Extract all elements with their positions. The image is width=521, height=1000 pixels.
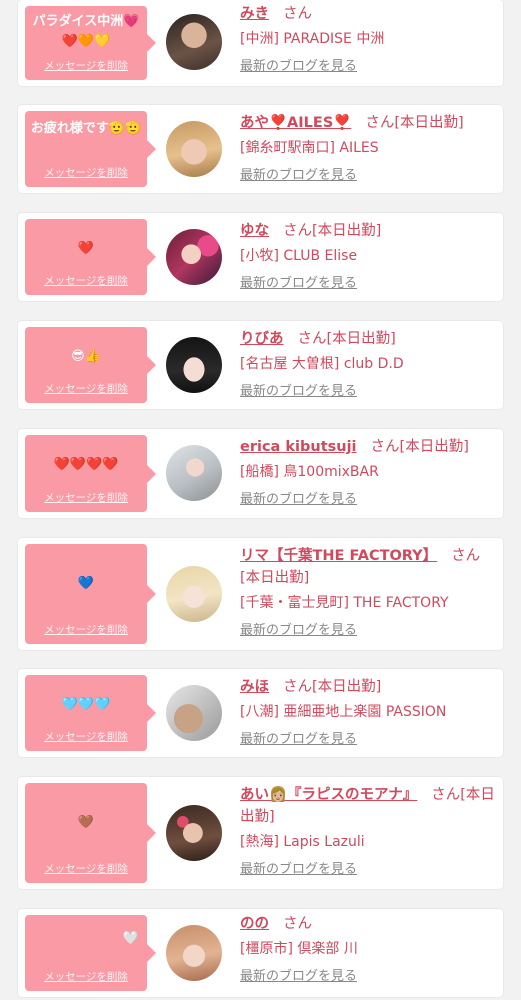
delete-message-link[interactable]: メッセージを削除 <box>25 862 147 876</box>
status-text: [本日出勤] <box>312 679 382 695</box>
cast-name-link[interactable]: リマ【千葉THE FACTORY】 <box>240 548 437 564</box>
message-text: 💙 <box>77 576 95 591</box>
latest-blog-link[interactable]: 最新のブログを見る <box>240 58 495 76</box>
cast-name-link[interactable]: erica kibutsuji <box>240 439 357 455</box>
shop-info: [熱海] Lapis Lazuli <box>240 834 365 850</box>
message-bubble: 🤍 メッセージを削除 <box>25 915 156 991</box>
avatar[interactable] <box>166 337 222 393</box>
message-text: 😎👍 <box>71 349 101 364</box>
avatar[interactable] <box>166 229 222 285</box>
message-text: お疲れ様です🫡🫡 <box>30 121 142 136</box>
delete-message-link[interactable]: メッセージを削除 <box>25 59 147 73</box>
shop-info: [八潮] 亜細亜地上楽園 PASSION <box>240 704 447 720</box>
message-text: ❤️❤️❤️❤️ <box>53 457 119 472</box>
list-item: 🩵🩵🩵 メッセージを削除 みほ さん[本日出勤] [八潮] 亜細亜地上楽園 PAS… <box>18 669 503 757</box>
shop-info: [船橋] 鳥100mixBAR <box>240 464 379 480</box>
status-text: [本日出勤] <box>312 223 382 239</box>
delete-message-link[interactable]: メッセージを削除 <box>25 623 147 637</box>
shop-info: [錦糸町駅南口] AILES <box>240 140 379 156</box>
profile-info: あい👩🏼『ラピスのモアナ』 さん[本日出勤] [熱海] Lapis Lazuli … <box>240 784 495 879</box>
avatar[interactable] <box>166 14 222 70</box>
list-item: お疲れ様です🫡🫡 メッセージを削除 あや❣️AILES❣️ さん[本日出勤] [錦… <box>18 105 503 193</box>
avatar[interactable] <box>166 121 222 177</box>
honorific: さん <box>283 223 312 239</box>
shop-info: [名古屋 大曽根] club D.D <box>240 356 404 372</box>
list-item: 😎👍 メッセージを削除 りびあ さん[本日出勤] [名古屋 大曽根] club D… <box>18 321 503 409</box>
honorific: さん <box>451 548 481 564</box>
list-item: ❤️❤️❤️❤️ メッセージを削除 erica kibutsuji さん[本日出勤… <box>18 429 503 518</box>
latest-blog-link[interactable]: 最新のブログを見る <box>240 167 495 185</box>
message-text: ❤️ <box>77 241 95 256</box>
profile-info: みほ さん[本日出勤] [八潮] 亜細亜地上楽園 PASSION 最新のブログを見… <box>240 676 495 749</box>
status-text: [本日出勤] <box>240 570 310 586</box>
cast-name-link[interactable]: みほ <box>240 679 269 695</box>
cast-name-link[interactable]: ゆな <box>240 223 269 239</box>
honorific: さん <box>431 787 461 803</box>
list-item: ❤️ メッセージを削除 ゆな さん[本日出勤] [小牧] CLUB Elise 最… <box>18 213 503 301</box>
message-bubble: パラダイス中洲💗❤️🧡💛 メッセージを削除 <box>25 6 156 80</box>
shop-info: [小牧] CLUB Elise <box>240 248 358 264</box>
message-bubble: お疲れ様です🫡🫡 メッセージを削除 <box>25 111 156 187</box>
status-text: [本日出勤] <box>399 439 469 455</box>
latest-blog-link[interactable]: 最新のブログを見る <box>240 491 495 509</box>
avatar[interactable] <box>166 805 222 861</box>
message-text: 🩵🩵🩵 <box>61 697 111 712</box>
honorific: さん <box>283 916 312 932</box>
profile-info: リマ【千葉THE FACTORY】 さん [本日出勤] [千葉・富士見町] THE … <box>240 545 495 640</box>
list-item: 💙 メッセージを削除 リマ【千葉THE FACTORY】 さん [本日出勤] [千葉… <box>18 538 503 650</box>
latest-blog-link[interactable]: 最新のブログを見る <box>240 383 495 401</box>
shop-info: [中洲] PARADISE 中洲 <box>240 31 385 47</box>
cast-name-link[interactable]: あや❣️AILES❣️ <box>240 115 351 131</box>
cast-name-link[interactable]: りびあ <box>240 331 284 347</box>
list-item: パラダイス中洲💗❤️🧡💛 メッセージを削除 みき さん [中洲] PARADISE… <box>18 0 503 86</box>
profile-info: のの さん [橿原市] 倶楽部 川 最新のブログを見る <box>240 913 495 986</box>
status-text: [本日出勤] <box>326 331 396 347</box>
message-text: 🤎 <box>77 815 95 830</box>
honorific: さん <box>370 439 400 455</box>
latest-blog-link[interactable]: 最新のブログを見る <box>240 968 495 986</box>
profile-info: erica kibutsuji さん[本日出勤] [船橋] 鳥100mixBAR … <box>240 436 495 509</box>
message-bubble: 💙 メッセージを削除 <box>25 544 156 644</box>
profile-info: あや❣️AILES❣️ さん[本日出勤] [錦糸町駅南口] AILES 最新のブロ… <box>240 112 495 185</box>
honorific: さん <box>283 679 312 695</box>
shop-info: [橿原市] 倶楽部 川 <box>240 941 358 957</box>
delete-message-link[interactable]: メッセージを削除 <box>25 274 147 288</box>
delete-message-link[interactable]: メッセージを削除 <box>25 730 147 744</box>
message-bubble: ❤️ メッセージを削除 <box>25 219 156 295</box>
delete-message-link[interactable]: メッセージを削除 <box>25 166 147 180</box>
message-text: パラダイス中洲💗❤️🧡💛 <box>32 14 140 49</box>
latest-blog-link[interactable]: 最新のブログを見る <box>240 622 495 640</box>
latest-blog-link[interactable]: 最新のブログを見る <box>240 861 495 879</box>
list-item: 🤍 メッセージを削除 のの さん [橿原市] 倶楽部 川 最新のブログを見る <box>18 909 503 997</box>
avatar[interactable] <box>166 685 222 741</box>
cast-name-link[interactable]: みき <box>240 6 269 22</box>
profile-info: りびあ さん[本日出勤] [名古屋 大曽根] club D.D 最新のブログを見る <box>240 328 495 401</box>
message-bubble: 😎👍 メッセージを削除 <box>25 327 156 403</box>
profile-info: みき さん [中洲] PARADISE 中洲 最新のブログを見る <box>240 3 495 76</box>
honorific: さん <box>283 6 312 22</box>
latest-blog-link[interactable]: 最新のブログを見る <box>240 731 495 749</box>
latest-blog-link[interactable]: 最新のブログを見る <box>240 275 495 293</box>
cast-name-link[interactable]: あい👩🏼『ラピスのモアナ』 <box>240 787 417 803</box>
profile-info: ゆな さん[本日出勤] [小牧] CLUB Elise 最新のブログを見る <box>240 220 495 293</box>
honorific: さん <box>297 331 327 347</box>
list-item: 🤎 メッセージを削除 あい👩🏼『ラピスのモアナ』 さん[本日出勤] [熱海] La… <box>18 777 503 889</box>
honorific: さん <box>365 115 395 131</box>
delete-message-link[interactable]: メッセージを削除 <box>25 970 147 984</box>
cast-name-link[interactable]: のの <box>240 916 269 932</box>
avatar[interactable] <box>166 445 222 501</box>
message-bubble: ❤️❤️❤️❤️ メッセージを削除 <box>25 435 156 512</box>
shop-info: [千葉・富士見町] THE FACTORY <box>240 595 449 611</box>
message-bubble: 🩵🩵🩵 メッセージを削除 <box>25 675 156 751</box>
delete-message-link[interactable]: メッセージを削除 <box>25 491 147 505</box>
message-bubble: 🤎 メッセージを削除 <box>25 783 156 883</box>
message-text: 🤍 <box>122 931 139 946</box>
avatar[interactable] <box>166 925 222 981</box>
delete-message-link[interactable]: メッセージを削除 <box>25 382 147 396</box>
avatar[interactable] <box>166 566 222 622</box>
status-text: [本日出勤] <box>394 115 464 131</box>
